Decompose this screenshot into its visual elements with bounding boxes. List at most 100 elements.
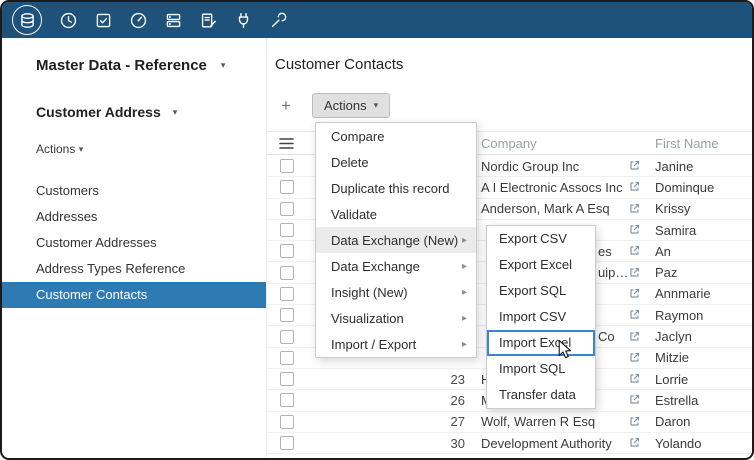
row-checkbox[interactable] <box>280 436 294 450</box>
row-checkbox[interactable] <box>280 244 294 258</box>
menu-item-duplicate-this-record[interactable]: Duplicate this record <box>316 175 476 201</box>
plug-icon[interactable] <box>232 9 254 31</box>
company-text: Wolf, Warren R Esq <box>481 414 595 429</box>
external-link-icon[interactable] <box>628 244 641 257</box>
collection-selector[interactable]: Customer Address▾ <box>36 100 177 125</box>
table-row: 27 Wolf, Warren R Esq Daron <box>267 412 752 433</box>
first-name-cell: Dominque <box>647 180 752 195</box>
menu-item-label: Insight (New) <box>331 285 408 300</box>
external-link-icon[interactable] <box>628 159 641 172</box>
row-id: 30 <box>311 436 469 451</box>
menu-item-data-exchange-new[interactable]: Data Exchange (New)▸ <box>316 227 476 253</box>
checkbox-cell <box>267 351 311 365</box>
first-name-cell: Lorrie <box>647 372 752 387</box>
menu-item-insight-new[interactable]: Insight (New) ▸ <box>316 279 476 305</box>
menu-item-compare[interactable]: Compare <box>316 123 476 149</box>
table-header-menu-cell <box>267 137 311 150</box>
company-cell: A I Electronic Assocs Inc <box>469 177 647 197</box>
menu-item-visualization[interactable]: Visualization▸ <box>316 305 476 331</box>
collection-title: Customer Address <box>36 104 161 120</box>
row-checkbox[interactable] <box>280 330 294 344</box>
external-link-icon[interactable] <box>628 202 641 215</box>
table-row: 30 Development Authority Yolando <box>267 433 752 454</box>
checkbox-cell <box>267 180 311 194</box>
storage-icon[interactable] <box>162 9 184 31</box>
topbar <box>2 2 752 38</box>
checkbox-cell <box>267 415 311 429</box>
wrench-icon[interactable] <box>267 9 289 31</box>
database-icon[interactable] <box>12 5 42 35</box>
menu-item-label: Import / Export <box>331 337 416 352</box>
company-text: Development Authority <box>481 436 612 451</box>
submenu-item-export-csv[interactable]: Export CSV <box>487 226 595 252</box>
menu-item-import-export[interactable]: Import / Export▸ <box>316 331 476 357</box>
row-checkbox[interactable] <box>280 351 294 365</box>
gauge-icon[interactable] <box>127 9 149 31</box>
external-link-icon[interactable] <box>628 308 641 321</box>
external-link-icon[interactable] <box>628 415 641 428</box>
sidebar-item-address-types-reference[interactable]: Address Types Reference <box>2 256 266 282</box>
menu-item-data-exchange[interactable]: Data Exchange▸ <box>316 253 476 279</box>
column-header-company[interactable]: Company <box>469 136 647 151</box>
actions-button-label: Actions <box>324 98 367 113</box>
tasks-icon[interactable] <box>92 9 114 31</box>
grid-menu-icon[interactable] <box>279 137 294 150</box>
first-name-cell: An <box>647 244 752 259</box>
sidebar-item-customer-addresses[interactable]: Customer Addresses <box>2 230 266 256</box>
row-checkbox[interactable] <box>280 415 294 429</box>
sidebar: Master Data - Reference▾ Customer Addres… <box>2 38 267 458</box>
row-checkbox[interactable] <box>280 266 294 280</box>
company-text: A I Electronic Assocs Inc <box>481 180 623 195</box>
row-checkbox[interactable] <box>280 223 294 237</box>
workspace-selector[interactable]: Master Data - Reference▾ <box>36 53 225 79</box>
external-link-icon[interactable] <box>628 372 641 385</box>
first-name-cell: Jaclyn <box>647 329 752 344</box>
submenu-item-import-sql[interactable]: Import SQL <box>487 356 595 382</box>
submenu-item-import-csv[interactable]: Import CSV <box>487 304 595 330</box>
sidebar-item-customer-contacts[interactable]: Customer Contacts <box>2 282 266 308</box>
menu-item-delete[interactable]: Delete <box>316 149 476 175</box>
menu-item-validate[interactable]: Validate <box>316 201 476 227</box>
row-checkbox[interactable] <box>280 372 294 386</box>
sidebar-item-addresses[interactable]: Addresses <box>2 204 266 230</box>
sidebar-item-customers[interactable]: Customers <box>2 178 266 204</box>
first-name-cell: Yolando <box>647 436 752 451</box>
submenu-arrow-icon: ▸ <box>462 287 467 298</box>
external-link-icon[interactable] <box>628 330 641 343</box>
row-id: 27 <box>311 414 469 429</box>
submenu-item-export-excel[interactable]: Export Excel <box>487 252 595 278</box>
row-checkbox[interactable] <box>280 159 294 173</box>
clock-icon[interactable] <box>57 9 79 31</box>
first-name-cell: Daron <box>647 414 752 429</box>
column-header-first-name[interactable]: First Name <box>647 136 752 151</box>
external-link-icon[interactable] <box>628 393 641 406</box>
add-record-button[interactable]: + <box>281 95 291 117</box>
first-name-cell: Paz <box>647 265 752 280</box>
first-name-cell: Samira <box>647 223 752 238</box>
external-link-icon[interactable] <box>628 223 641 236</box>
checkbox-cell <box>267 330 311 344</box>
menu-item-label: Compare <box>331 129 384 144</box>
external-link-icon[interactable] <box>628 180 641 193</box>
external-link-icon[interactable] <box>628 287 641 300</box>
company-text-tail: uip… <box>598 265 628 280</box>
external-link-icon[interactable] <box>628 351 641 364</box>
sidebar-actions-label: Actions <box>36 142 75 156</box>
actions-button[interactable]: Actions▾ <box>312 93 390 118</box>
submenu-item-export-sql[interactable]: Export SQL <box>487 278 595 304</box>
first-name-cell: Raymon <box>647 308 752 323</box>
row-checkbox[interactable] <box>280 308 294 322</box>
submenu-item-transfer-data[interactable]: Transfer data <box>487 382 595 408</box>
row-checkbox[interactable] <box>280 180 294 194</box>
external-link-icon[interactable] <box>628 266 641 279</box>
row-checkbox[interactable] <box>280 287 294 301</box>
external-link-icon[interactable] <box>628 436 641 449</box>
form-edit-icon[interactable] <box>197 9 219 31</box>
sidebar-actions-dropdown[interactable]: Actions ▾ <box>36 139 83 160</box>
checkbox-cell <box>267 393 311 407</box>
row-checkbox[interactable] <box>280 202 294 216</box>
submenu-item-import-excel[interactable]: Import Excel <box>487 330 595 356</box>
checkbox-cell <box>267 436 311 450</box>
row-checkbox[interactable] <box>280 393 294 407</box>
menu-item-label: Visualization <box>331 311 404 326</box>
